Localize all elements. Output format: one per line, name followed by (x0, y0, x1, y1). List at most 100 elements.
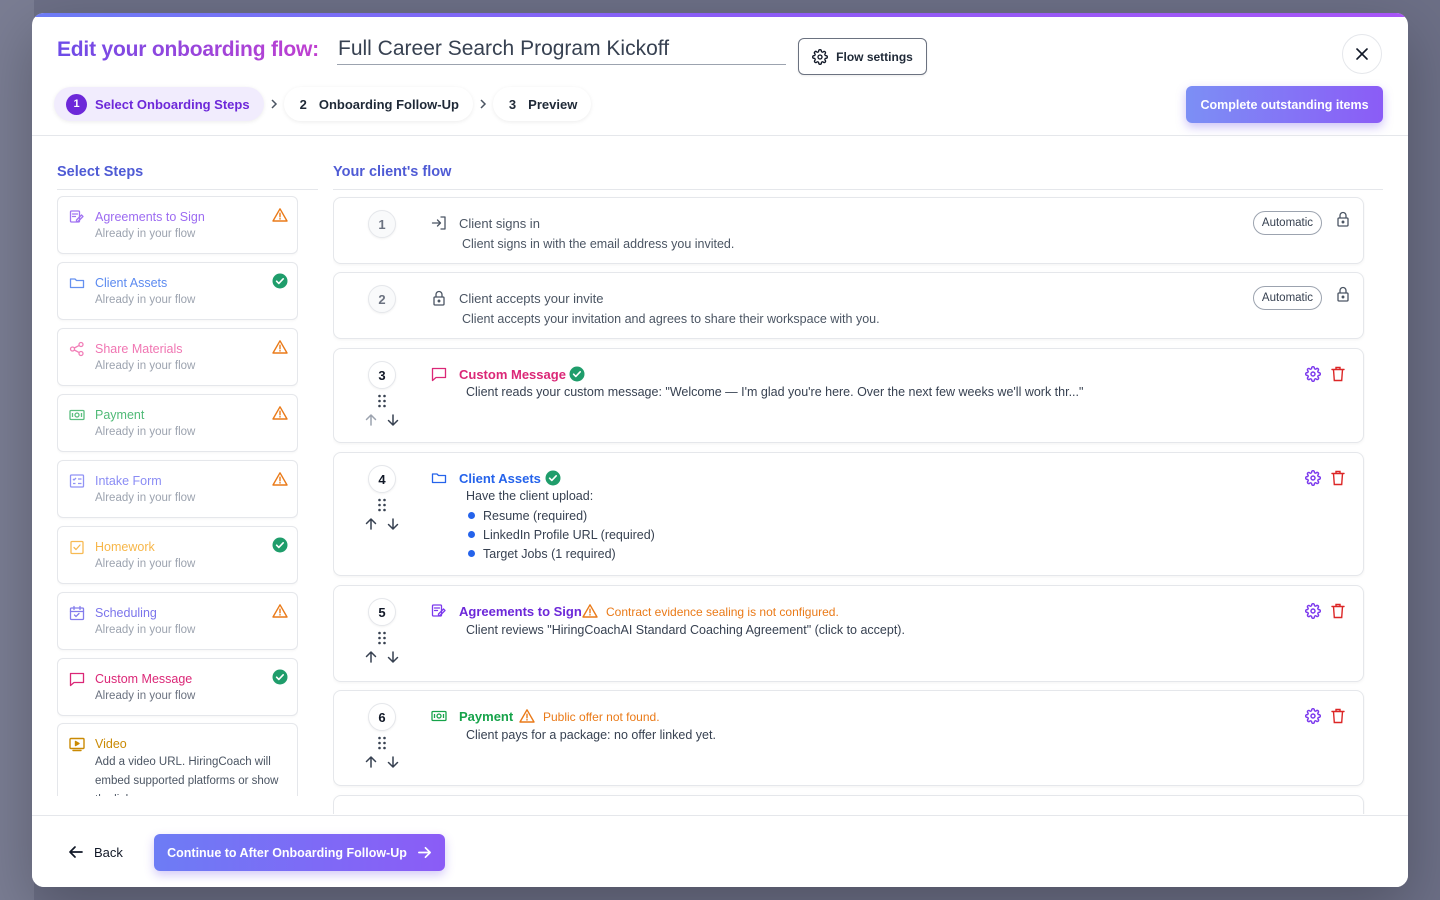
step-option-homework[interactable]: Homework Already in your flow (57, 526, 298, 584)
continue-button[interactable]: Continue to After Onboarding Follow-Up (154, 834, 445, 871)
flow-step-client-assets[interactable]: 4 Client Assets Have the client upload: … (333, 452, 1364, 576)
step-option-subtitle: Already in your flow (95, 558, 196, 570)
arrow-up-icon[interactable] (364, 650, 378, 664)
warning-icon (519, 709, 535, 723)
calendar-icon (69, 605, 85, 621)
close-icon (1356, 48, 1368, 60)
flow-step-next (333, 795, 1364, 814)
edit-flow-modal: Edit your onboarding flow: Flow settings… (32, 13, 1408, 887)
step-option-title: Payment (95, 408, 145, 422)
arrow-left-icon (69, 846, 83, 858)
flow-name-input[interactable] (337, 33, 786, 65)
trash-icon[interactable] (1331, 603, 1345, 619)
stepper-step-number: 2 (299, 96, 307, 112)
gear-icon[interactable] (1305, 366, 1321, 382)
divider (57, 189, 318, 190)
flow-settings-button[interactable]: Flow settings (798, 38, 927, 75)
drag-handle-icon[interactable] (376, 736, 388, 750)
flow-step-title: Agreements to Sign (459, 604, 582, 619)
flow-step-accept-invite: 2 Client accepts your invite Client acce… (333, 272, 1364, 339)
stepper-step-1[interactable]: 1 Select Onboarding Steps (54, 87, 264, 121)
flow-step-agreements[interactable]: 5 Agreements to Sign Contract evidence s… (333, 585, 1364, 682)
flow-step-title: Custom Message (459, 367, 566, 382)
drag-handle-icon[interactable] (376, 498, 388, 512)
wizard-stepper: 1 Select Onboarding Steps 2 Onboarding F… (54, 87, 592, 121)
bullet-dot (468, 550, 475, 557)
gear-icon[interactable] (1305, 603, 1321, 619)
asset-intro: Have the client upload: (466, 489, 594, 503)
back-button[interactable]: Back (68, 841, 123, 863)
bullet-dot (468, 512, 475, 519)
asset-requirements: Have the client upload: Resume (required… (466, 489, 655, 563)
step-option-agreements[interactable]: Agreements to Sign Already in your flow (57, 196, 298, 254)
step-option-client-assets[interactable]: Client Assets Already in your flow (57, 262, 298, 320)
step-option-subtitle: Already in your flow (95, 690, 196, 702)
warning-icon (582, 604, 598, 618)
warning-icon (272, 208, 288, 222)
stepper-step-number: 3 (508, 96, 517, 112)
stepper-step-label: Preview (528, 96, 578, 112)
gear-icon[interactable] (1305, 708, 1321, 724)
gear-icon[interactable] (1305, 470, 1321, 486)
money-icon (431, 710, 447, 722)
step-option-subtitle: Already in your flow (95, 294, 196, 306)
arrow-down-icon[interactable] (386, 755, 400, 769)
step-option-custom-message[interactable]: Custom Message Already in your flow (57, 658, 298, 716)
folder-icon (69, 278, 85, 289)
step-option-scheduling[interactable]: Scheduling Already in your flow (57, 592, 298, 650)
flow-step-warning: Public offer not found. (543, 710, 660, 724)
complete-outstanding-button[interactable]: Complete outstanding items (1186, 86, 1383, 123)
continue-label: Continue to After Onboarding Follow-Up (167, 845, 407, 860)
check-circle-icon (545, 470, 561, 486)
check-circle-icon (272, 273, 288, 289)
step-option-title: Agreements to Sign (95, 210, 205, 224)
lock-icon (1337, 211, 1349, 227)
trash-icon[interactable] (1331, 708, 1345, 724)
signature-icon (69, 210, 84, 223)
flow-step-title: Client accepts your invite (459, 291, 604, 306)
step-option-subtitle: Already in your flow (95, 492, 196, 504)
arrow-down-icon[interactable] (386, 517, 400, 531)
step-option-video[interactable]: Video Add a video URL. HiringCoach will … (57, 723, 298, 796)
step-option-description: Add a video URL. HiringCoach will embed … (95, 756, 279, 796)
modal-accent-bar (32, 13, 1408, 17)
divider (333, 189, 1383, 190)
client-flow-heading: Your client's flow (333, 164, 452, 180)
flow-step-description: Client accepts your invitation and agree… (462, 312, 880, 326)
flow-step-payment[interactable]: 6 Payment Public offer not found. Client… (333, 690, 1364, 786)
flow-step-description: Client reads your custom message: "Welco… (466, 385, 1084, 399)
reorder-arrows (364, 755, 400, 771)
arrow-down-icon[interactable] (386, 650, 400, 664)
form-icon (69, 474, 85, 488)
automatic-badge: Automatic (1253, 211, 1322, 235)
drag-handle-icon[interactable] (376, 394, 388, 408)
automatic-badge: Automatic (1253, 286, 1322, 310)
flow-step-number: 5 (368, 598, 396, 626)
arrow-up-icon[interactable] (364, 517, 378, 531)
step-option-intake-form[interactable]: Intake Form Already in your flow (57, 460, 298, 518)
warning-icon (272, 472, 288, 486)
back-label: Back (94, 844, 123, 860)
arrow-up-icon[interactable] (364, 755, 378, 769)
flow-step-custom-message[interactable]: 3 Custom Message Client reads your custo… (333, 348, 1364, 443)
trash-icon[interactable] (1331, 470, 1345, 486)
arrow-up-icon[interactable] (364, 413, 378, 427)
close-button[interactable] (1342, 34, 1382, 74)
reorder-arrows (364, 517, 400, 533)
drag-handle-icon[interactable] (376, 631, 388, 645)
stepper-step-2[interactable]: 2 Onboarding Follow-Up (283, 87, 473, 121)
check-circle-icon (272, 537, 288, 553)
arrow-down-icon[interactable] (386, 413, 400, 427)
step-option-payment[interactable]: Payment Already in your flow (57, 394, 298, 452)
flow-step-number: 1 (368, 210, 396, 238)
stepper-step-3[interactable]: 3 Preview (492, 87, 592, 121)
flow-step-client-signs-in: 1 Client signs in Client signs in with t… (333, 197, 1364, 264)
chevron-right-icon (264, 99, 284, 109)
stepper-step-label: Select Onboarding Steps (95, 96, 250, 112)
page-title: Edit your onboarding flow: (57, 38, 319, 61)
stepper-step-label: Onboarding Follow-Up (318, 96, 459, 112)
trash-icon[interactable] (1331, 366, 1345, 382)
step-option-share-materials[interactable]: Share Materials Already in your flow (57, 328, 298, 386)
asset-label: Target Jobs (1 required) (483, 546, 616, 561)
modal-footer: Back Continue to After Onboarding Follow… (32, 815, 1408, 887)
